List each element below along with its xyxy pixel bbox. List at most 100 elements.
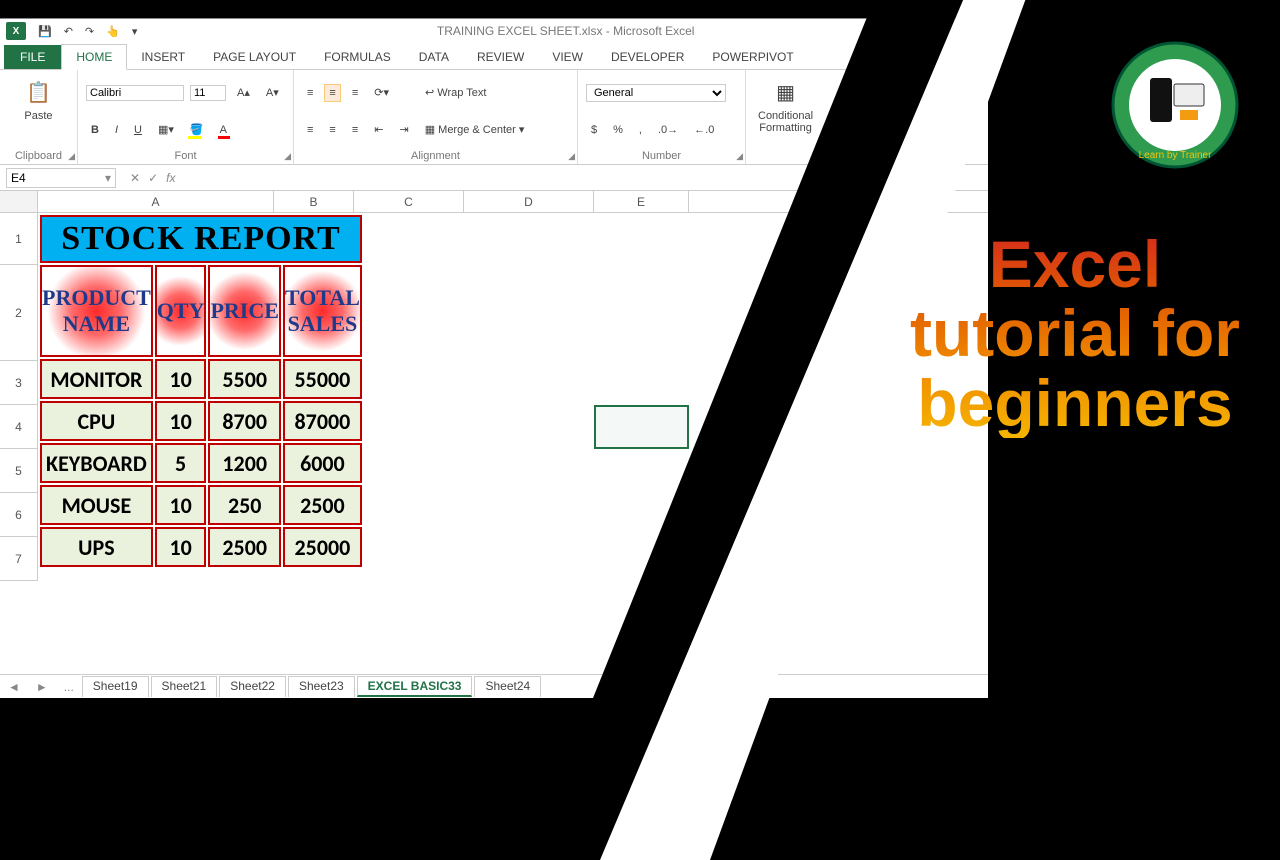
report-data-cell[interactable]: 5: [155, 443, 207, 483]
format-as-table-button[interactable]: ▦ Format as Table: [827, 74, 885, 136]
select-all-corner[interactable]: [0, 191, 38, 212]
fill-color-icon[interactable]: 🪣: [185, 120, 209, 139]
tab-review[interactable]: REVIEW: [463, 45, 538, 69]
undo-icon[interactable]: ↶: [64, 25, 73, 38]
sheet-tab[interactable]: Sheet21: [151, 676, 218, 697]
sheet-nav-prev-icon[interactable]: ◄: [0, 680, 28, 694]
clipboard-launcher-icon[interactable]: ◢: [68, 151, 75, 162]
orientation-icon[interactable]: ⟳▾: [369, 83, 394, 102]
report-data-cell[interactable]: 2500: [208, 527, 280, 567]
sheet-nav-next-icon[interactable]: ►: [28, 680, 56, 694]
report-header-cell[interactable]: QTY: [155, 265, 207, 357]
tab-data[interactable]: DATA: [405, 45, 463, 69]
report-data-cell[interactable]: 10: [155, 527, 207, 567]
qat-more-icon[interactable]: ▾: [132, 25, 138, 38]
report-data-cell[interactable]: KEYBOARD: [40, 443, 153, 483]
align-left-icon[interactable]: ≡: [302, 121, 318, 139]
report-data-cell[interactable]: CPU: [40, 401, 153, 441]
enter-formula-icon[interactable]: ✓: [148, 171, 158, 185]
report-data-cell[interactable]: 2500: [283, 485, 362, 525]
report-data-cell[interactable]: 87000: [283, 401, 362, 441]
number-format-combo[interactable]: General: [586, 84, 726, 102]
formula-bar-input[interactable]: [183, 171, 988, 185]
tab-formulas[interactable]: FORMULAS: [310, 45, 405, 69]
increase-decimal-icon[interactable]: .0→: [653, 121, 683, 139]
report-data-cell[interactable]: 55000: [283, 359, 362, 399]
save-icon[interactable]: 💾: [38, 25, 52, 38]
italic-button[interactable]: I: [110, 121, 123, 139]
report-header-cell[interactable]: TOTALSALES: [283, 265, 362, 357]
font-name-combo[interactable]: [86, 85, 184, 101]
column-header[interactable]: B: [274, 191, 354, 212]
report-data-cell[interactable]: MONITOR: [40, 359, 153, 399]
conditional-formatting-button[interactable]: ▦ Conditional Formatting: [754, 74, 817, 136]
wrap-text-button[interactable]: ↩ Wrap Text: [420, 83, 491, 102]
row-header[interactable]: 2: [0, 265, 38, 361]
tab-insert[interactable]: INSERT: [127, 45, 199, 69]
underline-button[interactable]: U: [129, 121, 147, 139]
report-data-cell[interactable]: 5500: [208, 359, 280, 399]
tab-view[interactable]: VIEW: [538, 45, 597, 69]
report-data-cell[interactable]: MOUSE: [40, 485, 153, 525]
increase-font-icon[interactable]: A▴: [232, 83, 255, 102]
row-header[interactable]: 4: [0, 405, 38, 449]
increase-indent-icon[interactable]: ⇥: [394, 120, 413, 139]
report-data-cell[interactable]: 25000: [283, 527, 362, 567]
decrease-decimal-icon[interactable]: ←.0: [689, 121, 719, 139]
column-header[interactable]: C: [354, 191, 464, 212]
row-header[interactable]: 6: [0, 493, 38, 537]
row-header[interactable]: 3: [0, 361, 38, 405]
align-top-icon[interactable]: ≡: [302, 84, 318, 102]
sheet-overflow[interactable]: ...: [56, 680, 82, 694]
column-header[interactable]: E: [594, 191, 689, 212]
currency-button[interactable]: $: [586, 121, 602, 139]
column-header[interactable]: A: [38, 191, 274, 212]
alignment-launcher-icon[interactable]: ◢: [568, 151, 575, 162]
align-center-icon[interactable]: ≡: [324, 121, 340, 139]
sheet-tab[interactable]: EXCEL BASIC33: [357, 676, 473, 697]
report-data-cell[interactable]: UPS: [40, 527, 153, 567]
name-box-dropdown-icon[interactable]: ▾: [105, 171, 111, 185]
touch-icon[interactable]: 👆: [106, 25, 120, 38]
tab-powerpivot[interactable]: POWERPIVOT: [698, 45, 807, 69]
row-header[interactable]: 5: [0, 449, 38, 493]
report-data-cell[interactable]: 10: [155, 485, 207, 525]
report-data-cell[interactable]: 250: [208, 485, 280, 525]
report-data-cell[interactable]: 10: [155, 359, 207, 399]
number-launcher-icon[interactable]: ◢: [736, 151, 743, 162]
fx-icon[interactable]: fx: [166, 171, 175, 185]
font-color-icon[interactable]: A: [215, 121, 232, 139]
report-header-cell[interactable]: PRICE: [208, 265, 280, 357]
merge-center-button[interactable]: ▦ Merge & Center ▾: [420, 120, 530, 139]
row-header[interactable]: 7: [0, 537, 38, 581]
tab-pagelayout[interactable]: PAGE LAYOUT: [199, 45, 310, 69]
report-data-cell[interactable]: 6000: [283, 443, 362, 483]
align-bottom-icon[interactable]: ≡: [347, 84, 363, 102]
tab-file[interactable]: FILE: [4, 45, 61, 69]
comma-button[interactable]: ,: [634, 121, 647, 139]
sheet-tab[interactable]: Sheet23: [288, 676, 355, 697]
report-data-cell[interactable]: 1200: [208, 443, 280, 483]
paste-button[interactable]: 📋 Paste: [8, 74, 69, 124]
report-header-cell[interactable]: PRODUCTNAME: [40, 265, 153, 357]
borders-icon[interactable]: ▦▾: [153, 120, 179, 139]
cancel-formula-icon[interactable]: ✕: [130, 171, 140, 185]
row-header[interactable]: 1: [0, 213, 38, 265]
name-box[interactable]: E4 ▾: [6, 168, 116, 188]
sheet-tab[interactable]: Sheet19: [82, 676, 149, 697]
sheet-tab[interactable]: Sheet22: [219, 676, 286, 697]
tab-developer[interactable]: DEVELOPER: [597, 45, 698, 69]
report-title[interactable]: STOCK REPORT: [40, 215, 362, 263]
sheet-tab[interactable]: Sheet24: [474, 676, 541, 697]
percent-button[interactable]: %: [608, 121, 628, 139]
decrease-indent-icon[interactable]: ⇤: [369, 120, 388, 139]
font-launcher-icon[interactable]: ◢: [284, 151, 291, 162]
align-middle-icon[interactable]: ≡: [324, 84, 340, 102]
bold-button[interactable]: B: [86, 121, 104, 139]
decrease-font-icon[interactable]: A▾: [261, 83, 284, 102]
tab-home[interactable]: HOME: [61, 44, 127, 70]
report-data-cell[interactable]: 8700: [208, 401, 280, 441]
report-data-cell[interactable]: 10: [155, 401, 207, 441]
align-right-icon[interactable]: ≡: [347, 121, 363, 139]
font-size-combo[interactable]: [190, 85, 226, 101]
